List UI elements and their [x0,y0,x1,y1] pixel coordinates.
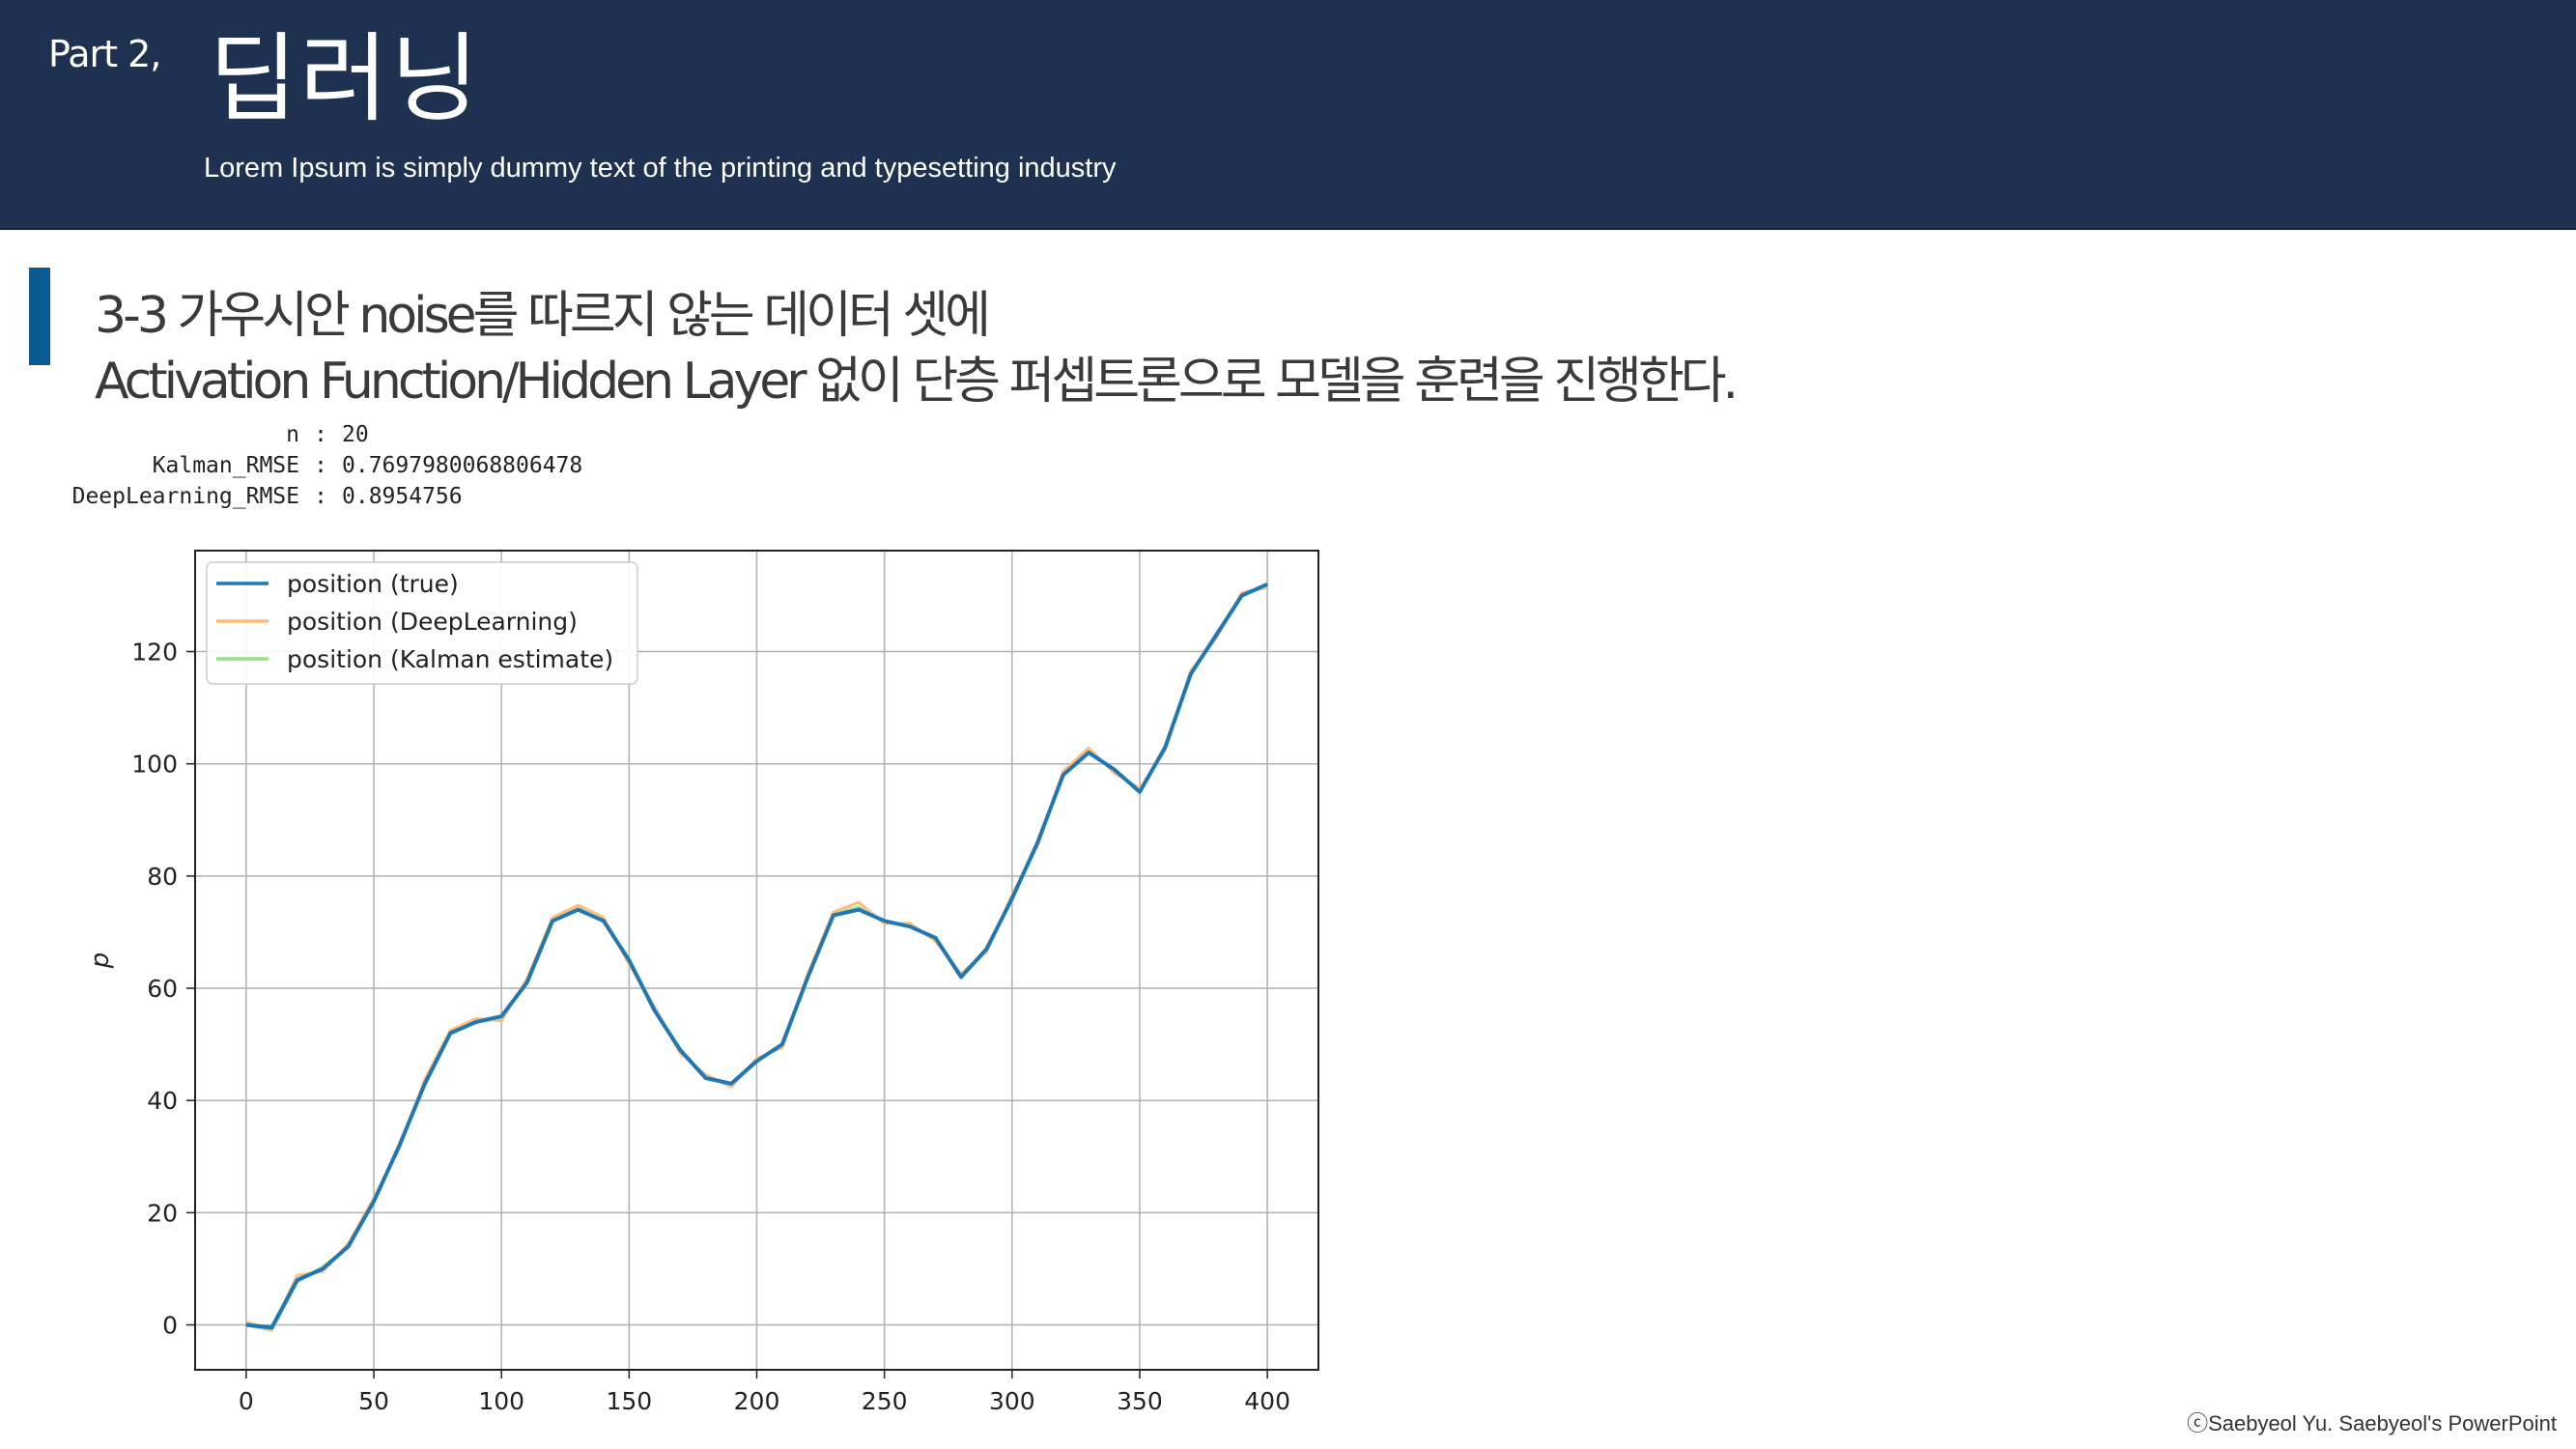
x-tick-label: 250 [862,1387,908,1415]
y-tick-label: 60 [147,975,178,1003]
legend-entry: position (Kalman estimate) [287,645,613,673]
position-chart: 0 50 100 150 200 250 300 350 400 0 20 40 60 80 100 120 p… [86,550,1319,1415]
footer-copyright: ⓒSaebyeol Yu. Saebyeol's PowerPoint [2187,1411,2557,1435]
x-tick-label: 0 [239,1387,254,1415]
y-axis-label: p [86,952,115,970]
x-tick-label: 200 [734,1387,780,1415]
legend-entry: position (DeepLearning) [287,608,578,636]
x-tick-label: 50 [358,1387,389,1415]
y-tick-label: 80 [147,863,178,891]
y-tick-label: 20 [147,1199,178,1227]
x-tick-label: 300 [989,1387,1035,1415]
y-tick-label: 40 [147,1087,178,1115]
x-tick-label: 350 [1117,1387,1163,1415]
x-tick-label: 100 [478,1387,524,1415]
y-tick-label: 120 [131,639,178,667]
x-tick-label: 400 [1244,1387,1290,1415]
legend-entry: position (true) [287,570,459,598]
y-tick-label: 0 [162,1312,178,1340]
y-tick-label: 100 [131,751,178,779]
x-tick-label: 150 [606,1387,652,1415]
